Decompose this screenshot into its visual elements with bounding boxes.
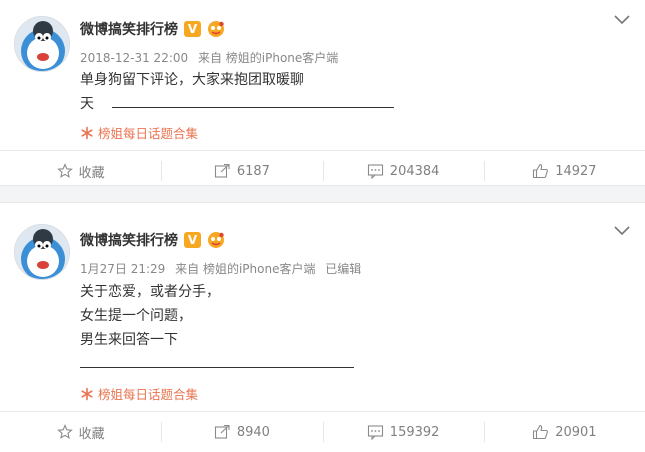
comment-count: 159392 (389, 424, 440, 440)
fan-badge-icon[interactable] (207, 231, 225, 249)
post-meta: 1月27日 21:29 来自 榜姐的iPhone客户端 已编辑 (80, 260, 367, 277)
avatar-image (15, 17, 69, 71)
author-name[interactable]: 微博搞笑排行榜 (80, 230, 178, 250)
content-line: 男生来回答一下 (80, 332, 178, 348)
underline-blank (80, 353, 354, 368)
author-name[interactable]: 微博搞笑排行榜 (80, 19, 178, 39)
topic-link[interactable]: 榜姐每日话题合集 (80, 384, 198, 403)
author-row: 微博搞笑排行榜 V (80, 19, 225, 39)
comment-icon (367, 425, 383, 440)
comment-count: 204384 (389, 163, 440, 179)
comment-icon (367, 164, 383, 179)
repost-button[interactable]: 8940 (161, 412, 322, 452)
underline-blank (112, 93, 395, 108)
verified-badge-icon: V (184, 232, 201, 248)
star-icon (56, 163, 73, 178)
topic-label: 榜姐每日话题合集 (98, 126, 199, 141)
content-underline-line (80, 352, 354, 376)
comment-button[interactable]: 159392 (322, 412, 484, 452)
content-line: 关于恋爱，或者分手， (80, 284, 220, 300)
author-row: 微博搞笑排行榜 V (80, 230, 225, 250)
star-icon (56, 424, 73, 439)
card-separator (0, 185, 645, 203)
favorite-label: 收藏 (78, 426, 105, 442)
like-count: 14927 (555, 163, 597, 179)
action-bar: 收藏 8940 159392 20901 (0, 411, 645, 452)
content-line: 单身狗留下评论，大家来抱团取暖聊 (80, 72, 304, 88)
post-source: 来自 榜姐的iPhone客户端 (197, 51, 339, 65)
avatar-image (15, 225, 69, 279)
topic-label: 榜姐每日话题合集 (98, 387, 199, 402)
chevron-down-icon[interactable] (613, 14, 631, 26)
topic-icon (81, 387, 93, 400)
like-icon (533, 163, 549, 179)
post-content: 关于恋爱，或者分手， 女生提一个问题， 男生来回答一下 (80, 280, 354, 376)
like-icon (533, 424, 549, 440)
like-button[interactable]: 20901 (483, 412, 645, 452)
fan-badge-icon[interactable] (207, 20, 225, 38)
post-card: 微博搞笑排行榜 V 2018-12-31 22:00 来自 榜姐的iPhone客… (0, 0, 645, 185)
post-time[interactable]: 2018-12-31 22:00 (80, 51, 188, 65)
avatar[interactable] (14, 224, 70, 280)
post-card: 微博搞笑排行榜 V 1月27日 21:29 来自 榜姐的iPhone客户端 已编… (0, 203, 645, 450)
repost-icon (214, 424, 230, 439)
like-count: 20901 (555, 424, 597, 440)
repost-count: 8940 (236, 424, 270, 440)
favorite-label: 收藏 (78, 165, 105, 181)
topic-link[interactable]: 榜姐每日话题合集 (80, 123, 198, 142)
verified-badge-icon: V (184, 21, 201, 37)
post-content: 单身狗留下评论，大家来抱团取暖聊 天 (80, 68, 395, 116)
edited-label[interactable]: 已编辑 (325, 262, 361, 276)
content-line: 女生提一个问题， (80, 308, 192, 324)
content-line: 天 (80, 96, 94, 112)
post-meta: 2018-12-31 22:00 来自 榜姐的iPhone客户端 (80, 49, 344, 66)
avatar[interactable] (14, 16, 70, 72)
post-time[interactable]: 1月27日 21:29 (80, 262, 165, 276)
topic-icon (81, 126, 93, 139)
repost-count: 6187 (236, 163, 270, 179)
post-source: 来自 榜姐的iPhone客户端 (175, 262, 316, 276)
repost-icon (214, 163, 230, 178)
chevron-down-icon[interactable] (613, 225, 631, 237)
favorite-button[interactable]: 收藏 (0, 412, 161, 452)
content-line-with-underline: 天 (80, 92, 395, 116)
